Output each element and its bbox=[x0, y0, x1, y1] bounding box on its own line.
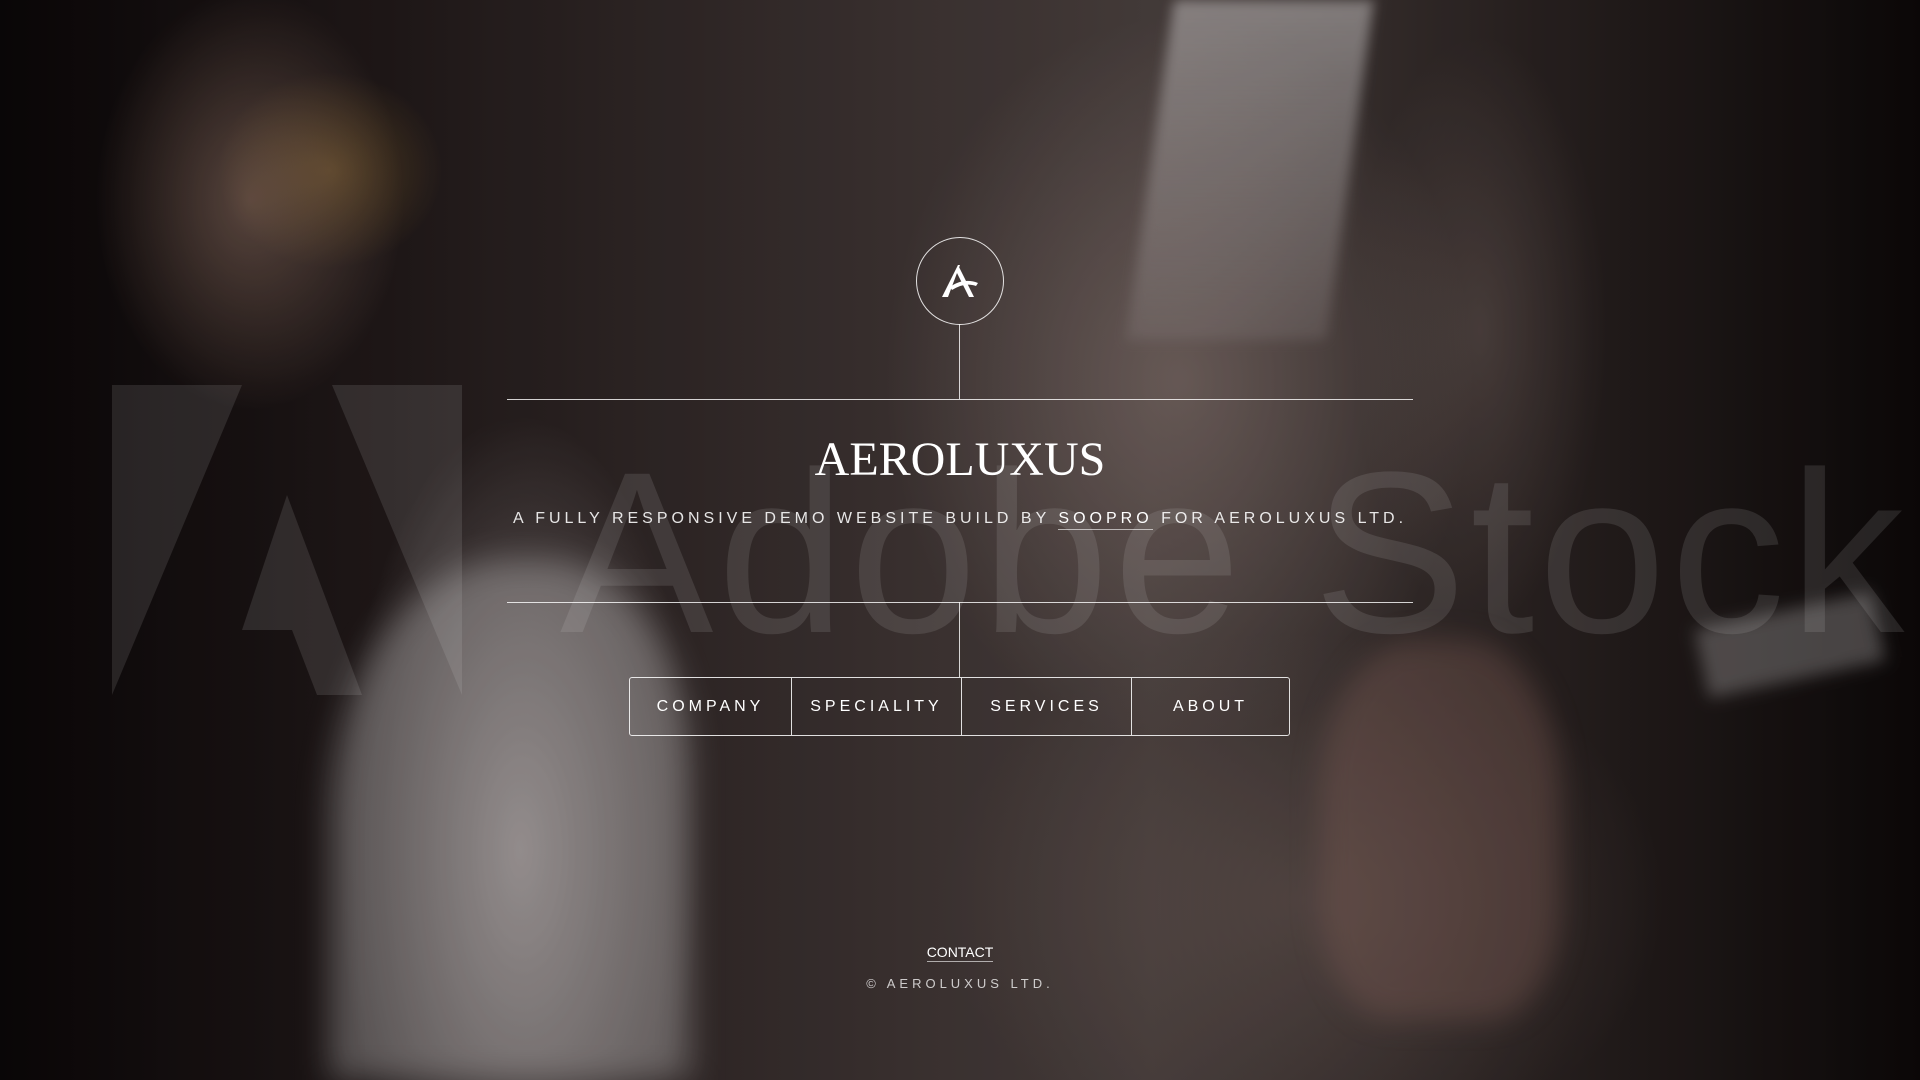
soopro-link[interactable]: SOOPRO bbox=[1058, 510, 1153, 530]
nav-about[interactable]: ABOUT bbox=[1131, 678, 1289, 735]
contact-link[interactable]: CONTACT bbox=[926, 944, 994, 962]
nav-speciality[interactable]: SPECIALITY bbox=[791, 678, 961, 735]
nav-company[interactable]: COMPANY bbox=[630, 678, 791, 735]
divider-horizontal-top bbox=[507, 399, 1413, 400]
aeroluxus-monogram-icon bbox=[942, 265, 978, 297]
divider-horizontal-bottom bbox=[507, 602, 1413, 603]
main-navigation: COMPANY SPECIALITY SERVICES ABOUT bbox=[629, 677, 1290, 736]
brand-title: AEROLUXUS bbox=[814, 433, 1106, 486]
background-overlay bbox=[0, 0, 1920, 1080]
tagline: A FULLY RESPONSIVE DEMO WEBSITE BUILD BY… bbox=[0, 510, 1920, 530]
nav-services[interactable]: SERVICES bbox=[961, 678, 1131, 735]
divider-vertical-top bbox=[959, 324, 960, 399]
divider-vertical-middle bbox=[959, 602, 960, 677]
tagline-text-after: FOR AEROLUXUS LTD. bbox=[1152, 510, 1408, 527]
brand-logo[interactable] bbox=[916, 237, 1004, 325]
tagline-text-before: A FULLY RESPONSIVE DEMO WEBSITE BUILD BY bbox=[512, 510, 1059, 527]
copyright-text: © AEROLUXUS LTD. bbox=[866, 976, 1054, 991]
footer-contact: CONTACT bbox=[0, 944, 1920, 962]
